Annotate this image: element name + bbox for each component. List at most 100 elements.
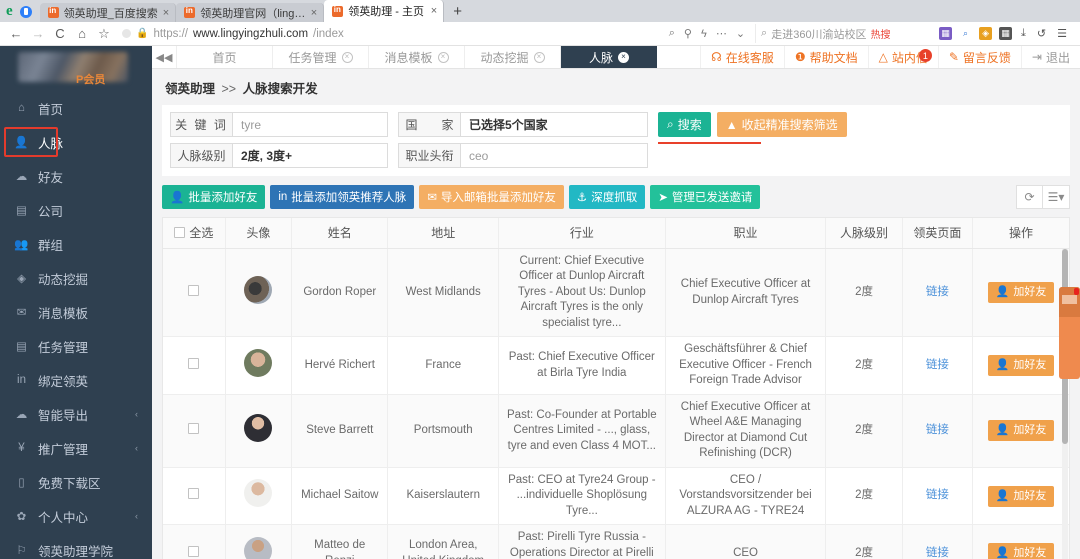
row-linkedin-page[interactable]: 链接 xyxy=(902,248,972,337)
row-checkbox[interactable] xyxy=(188,285,199,296)
level-input[interactable]: 2度, 3度+ xyxy=(233,144,387,167)
row-checkbox-cell[interactable] xyxy=(163,248,225,337)
zoom-icon[interactable]: ⌕ xyxy=(669,27,675,40)
row-linkedin-page[interactable]: 链接 xyxy=(902,525,972,559)
user-profile[interactable]: P会员 xyxy=(0,46,152,88)
download-icon[interactable]: ⤓ xyxy=(1021,27,1026,40)
row-checkbox-cell[interactable] xyxy=(163,394,225,467)
back-icon[interactable]: ← xyxy=(6,24,26,44)
bulk-add-friends-button[interactable]: 👤 批量添加好友 xyxy=(162,185,265,209)
add-friend-button[interactable]: 👤加好友 xyxy=(988,420,1055,441)
extension-purple-icon[interactable]: ▦ xyxy=(939,27,952,40)
sidebar-item-activity[interactable]: ◈ 动态挖掘 xyxy=(0,261,152,295)
floating-side-widget[interactable] xyxy=(1059,287,1080,379)
sidebar-item-tasks[interactable]: ▤ 任务管理 xyxy=(0,329,152,363)
row-linkedin-page[interactable]: 链接 xyxy=(902,394,972,467)
country-field[interactable]: 国 家 已选择5个国家 xyxy=(398,112,648,137)
row-checkbox[interactable] xyxy=(188,423,199,434)
row-checkbox-cell[interactable] xyxy=(163,525,225,559)
profile-link[interactable]: 链接 xyxy=(926,359,949,371)
import-email-add-button[interactable]: ✉ 导入邮箱批量添加好友 xyxy=(419,185,564,209)
close-icon[interactable]: × xyxy=(342,52,353,63)
chevron-down-icon[interactable]: ⌄ xyxy=(736,27,745,40)
bulk-add-recommended-button[interactable]: in 批量添加领英推荐人脉 xyxy=(270,185,414,209)
keyword-field[interactable]: 关 键 词 tyre xyxy=(170,112,388,137)
add-friend-button[interactable]: 👤加好友 xyxy=(988,282,1055,303)
row-linkedin-page[interactable]: 链接 xyxy=(902,467,972,525)
close-icon[interactable]: × xyxy=(618,52,629,63)
close-icon[interactable]: × xyxy=(163,7,169,19)
close-icon[interactable]: × xyxy=(311,7,317,19)
home-icon[interactable]: ⌂ xyxy=(72,24,92,44)
sidebar-item-academy[interactable]: ⚐ 领英助理学院 xyxy=(0,533,152,559)
keyword-input[interactable]: tyre xyxy=(233,113,387,136)
row-linkedin-page[interactable]: 链接 xyxy=(902,337,972,395)
history-icon[interactable]: ↺ xyxy=(1037,27,1046,40)
site-info-icon[interactable] xyxy=(122,29,131,38)
close-icon[interactable]: × xyxy=(438,52,449,63)
row-operation[interactable]: 👤加好友 xyxy=(973,394,1069,467)
profile-link[interactable]: 链接 xyxy=(926,286,949,298)
collapse-filters-button[interactable]: ▲ 收起精准搜索筛选 xyxy=(717,112,847,137)
more-icon[interactable]: ⋯ xyxy=(716,27,727,40)
inbox-link[interactable]: △ 站内信 1 xyxy=(868,46,938,68)
row-checkbox-cell[interactable] xyxy=(163,337,225,395)
sidebar-item-bind-linkedin[interactable]: in 绑定领英 xyxy=(0,363,152,397)
tab-home[interactable]: 首页 xyxy=(177,46,273,68)
column-select-all[interactable]: 全选 xyxy=(163,218,225,248)
flash-icon[interactable]: ϟ xyxy=(701,28,707,40)
sidebar-item-home[interactable]: ⌂ 首页 xyxy=(0,91,152,125)
browser-search-box[interactable]: ⌕ 走进360川渝站校区 热搜 xyxy=(755,24,930,43)
row-operation[interactable]: 👤加好友 xyxy=(973,337,1069,395)
select-all-checkbox[interactable] xyxy=(174,227,185,238)
reload-icon[interactable]: C xyxy=(50,24,70,44)
tab-contacts[interactable]: 人脉 × xyxy=(561,46,657,68)
columns-icon[interactable]: ☰▾ xyxy=(1043,185,1070,209)
browser-tab-2[interactable]: 领英助理 - 主页 × xyxy=(324,0,444,22)
sidebar-item-friends[interactable]: ☁ 好友 xyxy=(0,159,152,193)
row-operation[interactable]: 👤加好友 xyxy=(973,467,1069,525)
sidebar-item-downloads[interactable]: ▯ 免费下载区 xyxy=(0,465,152,499)
bookmark-star-icon[interactable]: ☆ xyxy=(94,24,114,44)
tab-task-management[interactable]: 任务管理 × xyxy=(273,46,369,68)
deep-crawl-button[interactable]: ⚓ 深度抓取 xyxy=(569,185,645,209)
sidebar-item-message-template[interactable]: ✉ 消息模板 xyxy=(0,295,152,329)
refresh-icon[interactable]: ⟳ xyxy=(1016,185,1043,209)
online-support-link[interactable]: ☊ 在线客服 xyxy=(700,46,784,68)
sidebar-item-personal-center[interactable]: ✿ 个人中心 ‹ xyxy=(0,499,152,533)
close-icon[interactable]: × xyxy=(431,5,437,17)
table-row[interactable]: Steve Barrett Portsmouth Past: Co-Founde… xyxy=(163,394,1069,467)
sidebar-item-smart-export[interactable]: ☁ 智能导出 ‹ xyxy=(0,397,152,431)
profile-link[interactable]: 链接 xyxy=(926,489,949,501)
add-friend-button[interactable]: 👤加好友 xyxy=(988,355,1055,376)
new-tab-button[interactable]: + xyxy=(444,3,471,22)
table-row[interactable]: Matteo de Renzi London Area, United King… xyxy=(163,525,1069,559)
help-docs-link[interactable]: ❶ 帮助文档 xyxy=(784,46,868,68)
feedback-link[interactable]: ✎ 留言反馈 xyxy=(938,46,1021,68)
profile-link[interactable]: 链接 xyxy=(926,547,949,559)
job-title-field[interactable]: 职业头衔 ceo xyxy=(398,143,648,168)
apps-grid-icon[interactable]: ▦ xyxy=(999,27,1012,40)
collapse-sidebar-button[interactable]: ◀◀ xyxy=(152,46,177,68)
sidebar-item-company[interactable]: ▤ 公司 xyxy=(0,193,152,227)
browser-tab-1[interactable]: 领英助理官网（lingyingzhuli… × xyxy=(176,3,324,22)
sidebar-item-promotion[interactable]: ¥ 推广管理 ‹ xyxy=(0,431,152,465)
job-title-input[interactable]: ceo xyxy=(461,144,647,167)
sidebar-item-group[interactable]: 👥 群组 xyxy=(0,227,152,261)
menu-icon[interactable]: ☰ xyxy=(1057,27,1067,40)
row-checkbox[interactable] xyxy=(188,546,199,557)
shield-icon[interactable]: ◈ xyxy=(979,27,992,40)
search-button[interactable]: ⌕ 搜索 xyxy=(658,112,711,137)
browser-tab-0[interactable]: 领英助理_百度搜索 × xyxy=(40,3,177,22)
search-extension-icon[interactable]: ⌕ xyxy=(959,27,972,40)
table-row[interactable]: Michael Saitow Kaiserslautern Past: CEO … xyxy=(163,467,1069,525)
add-friend-button[interactable]: 👤加好友 xyxy=(988,543,1055,559)
sidebar-item-contacts[interactable]: 👤 人脉 xyxy=(0,125,152,159)
manage-invites-button[interactable]: ➤ 管理已发送邀请 xyxy=(650,185,760,209)
tab-activity-mining[interactable]: 动态挖掘 × xyxy=(465,46,561,68)
row-checkbox[interactable] xyxy=(188,358,199,369)
table-row[interactable]: Hervé Richert France Past: Chief Executi… xyxy=(163,337,1069,395)
close-icon[interactable]: × xyxy=(534,52,545,63)
add-friend-button[interactable]: 👤加好友 xyxy=(988,486,1055,507)
profile-link[interactable]: 链接 xyxy=(926,424,949,436)
